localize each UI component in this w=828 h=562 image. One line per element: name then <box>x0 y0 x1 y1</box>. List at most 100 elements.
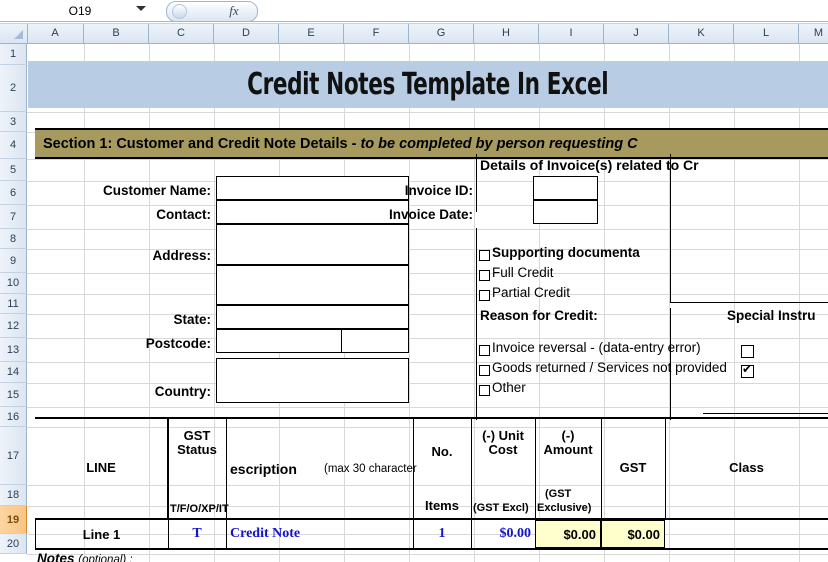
table-header-amount: (-) Amount <box>535 422 601 464</box>
table-header-unit-cost-sub: (GST Excl) <box>473 502 529 514</box>
cell-amount-value: $0.00 <box>563 526 596 542</box>
checkbox-supporting-documentation-label: Supporting documenta <box>492 245 640 260</box>
table-header-gst-status-sub: T/F/O/XP/IT <box>170 503 229 515</box>
column-header-h[interactable]: H <box>474 24 539 43</box>
address-input-line2[interactable] <box>216 265 409 305</box>
address-input-line1[interactable] <box>216 224 409 265</box>
table-header-class: Class <box>665 419 828 518</box>
table-header-gst: GST <box>601 419 665 518</box>
row-header-12[interactable]: 12 <box>0 314 27 338</box>
checkbox-goods-returned[interactable] <box>479 365 490 376</box>
table-header-amount-sub2: Exclusive) <box>537 502 592 514</box>
table-row[interactable]: Line 1 <box>35 520 168 548</box>
row-header-9[interactable]: 9 <box>0 249 27 273</box>
row-header-4[interactable]: 4 <box>0 132 27 159</box>
row-header-6[interactable]: 6 <box>0 181 27 205</box>
invoice-id-input[interactable] <box>533 176 598 200</box>
table-header-items-label: Items <box>425 497 459 513</box>
state-input[interactable] <box>216 305 409 329</box>
invoice-panel-right-border <box>670 154 671 302</box>
section1-band: Section 1: Customer and Credit Note Deta… <box>35 128 828 159</box>
country-label: Country: <box>154 384 211 399</box>
table-header-line: LINE <box>35 419 168 518</box>
row-header-7[interactable]: 7 <box>0 205 27 229</box>
cell-unit-cost[interactable]: $0.00 <box>471 520 535 548</box>
row-header-8[interactable]: 8 <box>0 229 27 249</box>
row19-divider-3 <box>413 520 414 548</box>
row-header-5[interactable]: 5 <box>0 159 27 181</box>
checkbox-invoice-reversal-label: Invoice reversal - (data-entry error) <box>492 340 701 355</box>
contact-label: Contact: <box>156 207 211 222</box>
name-box-value: O19 <box>68 3 92 18</box>
table-col-divider-1 <box>168 419 169 518</box>
table-header-unit-cost: (-) Unit Cost <box>471 422 535 464</box>
cell-description[interactable]: Credit Note <box>230 520 413 548</box>
cell-gst[interactable]: $0.00 <box>601 520 665 548</box>
special-instructions-heading: Special Instru <box>727 308 816 323</box>
cell-amount[interactable]: $0.00 <box>535 520 601 548</box>
cancel-icon[interactable] <box>172 4 187 19</box>
checkbox-partial-credit[interactable] <box>479 290 490 301</box>
row-header-1[interactable]: 1 <box>0 44 27 65</box>
table-header-unit-cost-line2: Cost <box>488 442 518 457</box>
worksheet-grid[interactable]: Credit Notes Template In Excel Section 1… <box>27 44 828 562</box>
country-input[interactable] <box>216 358 409 403</box>
section1-subtitle: to be completed by person requesting C <box>360 135 638 152</box>
cell-items[interactable]: 1 <box>413 520 471 548</box>
checkbox-invoice-reversal[interactable] <box>479 345 490 356</box>
gridline-horizontal <box>27 294 828 295</box>
column-header-f[interactable]: F <box>344 24 409 43</box>
table-col-divider-2 <box>226 419 227 518</box>
checkbox-supporting-documentation[interactable] <box>479 250 490 261</box>
gridline-horizontal <box>27 554 828 555</box>
row-header-17[interactable]: 17 <box>0 427 27 485</box>
state-label: State: <box>173 312 211 327</box>
column-header-b[interactable]: B <box>84 24 149 43</box>
cell-class[interactable] <box>665 520 828 548</box>
gridline-horizontal <box>27 273 828 274</box>
table-header-no: No. <box>413 442 471 462</box>
column-header-e[interactable]: E <box>279 24 344 43</box>
overlay-checkbox-1[interactable] <box>741 345 754 358</box>
column-header-d[interactable]: D <box>214 24 279 43</box>
overlay-checkbox-2[interactable] <box>741 362 754 378</box>
column-header-i[interactable]: I <box>539 24 604 43</box>
column-header-m[interactable]: M <box>799 24 828 43</box>
row-header-18[interactable]: 18 <box>0 485 27 506</box>
row-header-15[interactable]: 15 <box>0 383 27 407</box>
invoice-date-input[interactable] <box>533 200 598 224</box>
notes-optional-text: (optional) : <box>78 554 133 562</box>
checkbox-partial-credit-label: Partial Credit <box>492 285 571 300</box>
column-header-g[interactable]: G <box>409 24 474 43</box>
checkbox-other[interactable] <box>479 385 490 396</box>
gridline-horizontal <box>27 407 828 408</box>
column-header-l[interactable]: L <box>734 24 799 43</box>
table-header-items: Items <box>413 496 471 516</box>
table-header-gst-status-line1: GST <box>183 427 211 443</box>
column-header-a[interactable]: A <box>27 24 84 43</box>
cell-gst-status[interactable]: T <box>168 520 226 548</box>
insert-function-icon[interactable]: fx <box>216 2 252 19</box>
row-header-14[interactable]: 14 <box>0 362 27 383</box>
formula-bar: O19 fx <box>0 0 828 22</box>
row-header-10[interactable]: 10 <box>0 273 27 294</box>
sheet-title-band: Credit Notes Template In Excel <box>28 61 828 108</box>
row-header-20[interactable]: 20 <box>0 534 27 554</box>
postcode-divider <box>341 330 342 352</box>
row-header-3[interactable]: 3 <box>0 112 27 132</box>
row-header-16[interactable]: 16 <box>0 407 27 427</box>
row-header-13[interactable]: 13 <box>0 338 27 362</box>
row-header-11[interactable]: 11 <box>0 294 27 314</box>
column-header-j[interactable]: J <box>604 24 669 43</box>
row19-border-left <box>35 520 36 548</box>
gridline-horizontal <box>27 229 828 230</box>
row-header-2[interactable]: 2 <box>0 65 27 112</box>
gridline-horizontal <box>27 205 828 206</box>
row-header-19[interactable]: 19 <box>0 506 27 534</box>
name-box-dropdown-icon[interactable] <box>136 6 146 11</box>
cell-gst-status-value: T <box>192 526 202 541</box>
column-header-c[interactable]: C <box>149 24 214 43</box>
checkbox-full-credit[interactable] <box>479 270 490 281</box>
column-header-k[interactable]: K <box>669 24 734 43</box>
postcode-input[interactable] <box>216 329 409 353</box>
